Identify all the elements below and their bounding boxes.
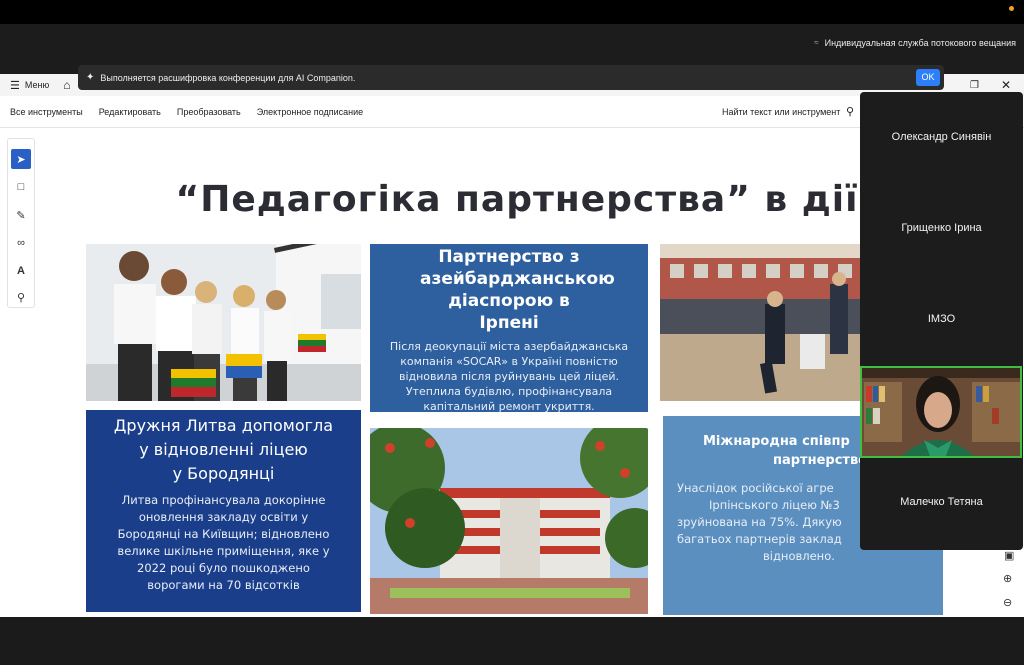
document-page: “Педагогіка партнерства” в дії Партнерст… (76, 129, 946, 617)
panel1-heading: Партнерство з азейбарджанською діаспорою… (420, 247, 615, 333)
zoom-in-icon[interactable]: ⊕ (1003, 572, 1012, 585)
ok-button[interactable]: OK (916, 69, 940, 86)
pen-icon[interactable]: ✎ (11, 205, 31, 225)
notification-text: Выполняется расшифровка конференции для … (100, 72, 356, 83)
tool-all-tools[interactable]: Все инструменты (10, 107, 83, 117)
children-illustration (86, 244, 361, 401)
tool-palette: ➤ □ ✎ ∞ A ⚲ (7, 138, 35, 308)
participant-name[interactable]: Грищенко Ірина (860, 222, 1023, 234)
ai-companion-notification: ✦ Выполняется расшифровка конференции дл… (78, 65, 944, 90)
menu-button[interactable]: Меню (25, 80, 49, 90)
panel1-line-1: Після деокупації міста азербайджанська (389, 340, 629, 353)
comment-icon[interactable]: □ (11, 177, 31, 197)
panel2-line-4: велике шкільне приміщення, яке у (117, 544, 330, 558)
sparkle-icon: ✦ (86, 72, 95, 83)
panel1-line-3: відновила після руйнувань цей ліцей. (398, 370, 620, 383)
crowd-illustration (660, 244, 860, 401)
restore-window-icon[interactable]: ❐ (970, 80, 979, 91)
hamburger-menu-icon[interactable]: ☰ (10, 79, 20, 92)
panel2-line-3: Бородянці на Київщин; відновлено (117, 527, 330, 541)
os-top-bar (0, 0, 1024, 24)
panel2-line-5: 2022 році було пошкоджено (137, 561, 310, 575)
participant-name[interactable]: ІМЗО (860, 313, 1023, 325)
select-cursor-icon[interactable]: ➤ (11, 149, 31, 169)
participant-name[interactable]: Олександр Синявін (860, 131, 1023, 143)
panel2-line-1: Литва профінансувала докорінне (121, 493, 326, 507)
tool-edit[interactable]: Редактировать (99, 107, 161, 117)
streaming-badge[interactable]: ≈ Индивидуальная служба потокового вещан… (814, 35, 1016, 51)
panel2-heading-line-3: у Бородянці (172, 464, 275, 483)
photo-children-flags (86, 244, 361, 401)
lasso-icon[interactable]: ∞ (11, 233, 31, 253)
participant-name[interactable]: Малечко Тетяна (860, 496, 1023, 508)
zoom-out-icon[interactable]: ⊖ (1003, 596, 1012, 609)
panel2-heading-line-2: у відновленні ліцею (139, 440, 308, 459)
slide-title: “Педагогіка партнерства” в дії (175, 179, 859, 220)
home-icon[interactable]: ⌂ (63, 78, 70, 92)
panel1-line-4: Утеплила будівлю, профінансувала (405, 385, 613, 398)
tool-convert[interactable]: Преобразовать (177, 107, 241, 117)
participant-panel: Олександр Синявін Грищенко Ірина ІМЗО Ма… (860, 92, 1023, 550)
close-window-icon[interactable]: ✕ (1001, 78, 1011, 92)
panel2-line-6: ворогами на 70 відсотків (147, 578, 300, 592)
school-illustration (370, 428, 648, 614)
recording-indicator-icon (1009, 6, 1014, 11)
tool-esign[interactable]: Электронное подписание (257, 107, 363, 117)
search-icon[interactable]: ⚲ (846, 105, 854, 118)
active-speaker-video[interactable] (860, 366, 1022, 458)
zoom-bottom-bar (0, 617, 1024, 665)
stamp-icon[interactable]: ⚲ (11, 287, 31, 307)
panel1-line-2: компанія «SOCAR» в Україні повністю (400, 355, 618, 368)
photo-school-building (370, 428, 648, 614)
panel1-line-5: капітальний ремонт укриття. (423, 400, 595, 413)
photo-school-crowd (660, 244, 860, 401)
streaming-label: Индивидуальная служба потокового вещания (824, 38, 1016, 48)
panel2-line-2: оновлення закладу освіти у (138, 510, 309, 524)
panel-lithuania-help: Дружня Литва допомогла у відновленні ліц… (86, 410, 361, 612)
panel-azerbaijan-partnership: Партнерство з азейбарджанською діаспорою… (370, 244, 648, 413)
streaming-icon: ≈ (814, 38, 819, 47)
panel3-line-5: відновлено. (763, 549, 835, 563)
panel2-heading-line-1: Дружня Литва допомогла (113, 416, 334, 435)
find-text-button[interactable]: Найти текст или инструмент (722, 107, 840, 117)
text-box-icon[interactable]: A (11, 261, 31, 281)
speaker-video-frame (862, 368, 1020, 456)
page-info-icon[interactable]: ▣ (1004, 549, 1014, 562)
